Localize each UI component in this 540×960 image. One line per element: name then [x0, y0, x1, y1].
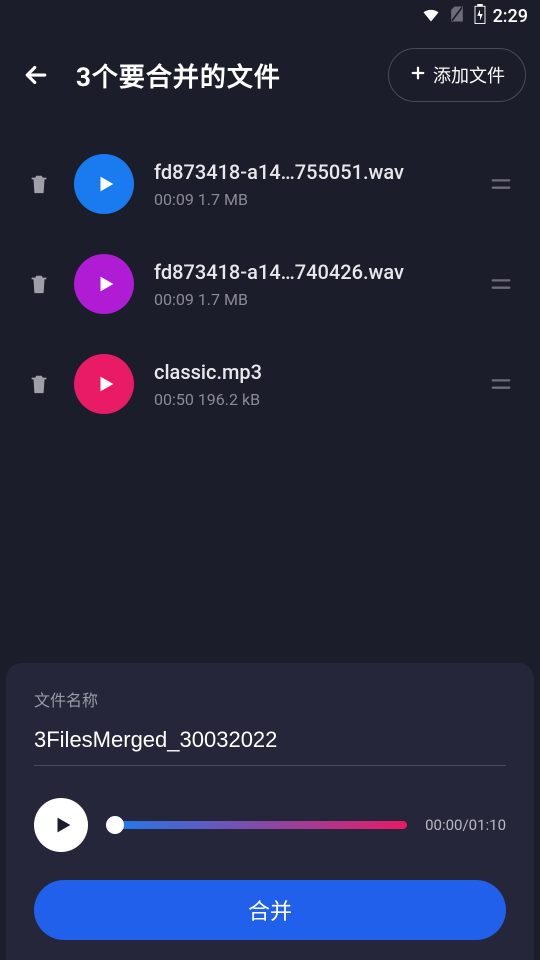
app-header: 3个要合并的文件 添加文件: [0, 32, 540, 118]
file-play-button[interactable]: [74, 354, 134, 414]
file-play-button[interactable]: [74, 154, 134, 214]
wifi-icon: [421, 4, 441, 29]
preview-slider[interactable]: [106, 820, 407, 830]
delete-button[interactable]: [24, 369, 54, 399]
battery-icon: [473, 4, 487, 29]
filename-label: 文件名称: [34, 687, 506, 711]
add-file-button[interactable]: 添加文件: [388, 48, 526, 102]
file-info: fd873418-a14…740426.wav 00:09 1.7 MB: [154, 260, 466, 309]
preview-time: 00:00/01:10: [425, 816, 506, 834]
file-name: fd873418-a14…740426.wav: [154, 260, 466, 284]
plus-icon: [409, 64, 427, 87]
delete-button[interactable]: [24, 269, 54, 299]
filename-input[interactable]: [34, 721, 506, 766]
file-name: classic.mp3: [154, 360, 466, 384]
page-title: 3个要合并的文件: [76, 57, 370, 94]
drag-handle-icon[interactable]: [486, 369, 516, 399]
file-row: classic.mp3 00:50 196.2 kB: [0, 334, 540, 434]
file-name: fd873418-a14…755051.wav: [154, 160, 466, 184]
merge-button[interactable]: 合并: [34, 880, 506, 940]
file-meta: 00:09 1.7 MB: [154, 190, 466, 209]
output-panel: 文件名称 00:00/01:10 合并: [6, 663, 534, 960]
status-time: 2:29: [493, 6, 528, 27]
file-info: classic.mp3 00:50 196.2 kB: [154, 360, 466, 409]
file-row: fd873418-a14…740426.wav 00:09 1.7 MB: [0, 234, 540, 334]
slider-thumb[interactable]: [106, 816, 124, 834]
preview-player: 00:00/01:10: [34, 798, 506, 852]
file-meta: 00:50 196.2 kB: [154, 390, 466, 409]
slider-track: [106, 821, 407, 829]
status-bar: 2:29: [0, 0, 540, 32]
file-row: fd873418-a14…755051.wav 00:09 1.7 MB: [0, 134, 540, 234]
delete-button[interactable]: [24, 169, 54, 199]
drag-handle-icon[interactable]: [486, 269, 516, 299]
back-button[interactable]: [14, 53, 58, 97]
drag-handle-icon[interactable]: [486, 169, 516, 199]
add-file-label: 添加文件: [433, 62, 505, 88]
sim-icon: [447, 4, 467, 29]
file-play-button[interactable]: [74, 254, 134, 314]
file-meta: 00:09 1.7 MB: [154, 290, 466, 309]
file-info: fd873418-a14…755051.wav 00:09 1.7 MB: [154, 160, 466, 209]
preview-play-button[interactable]: [34, 798, 88, 852]
file-list: fd873418-a14…755051.wav 00:09 1.7 MB fd8…: [0, 118, 540, 450]
